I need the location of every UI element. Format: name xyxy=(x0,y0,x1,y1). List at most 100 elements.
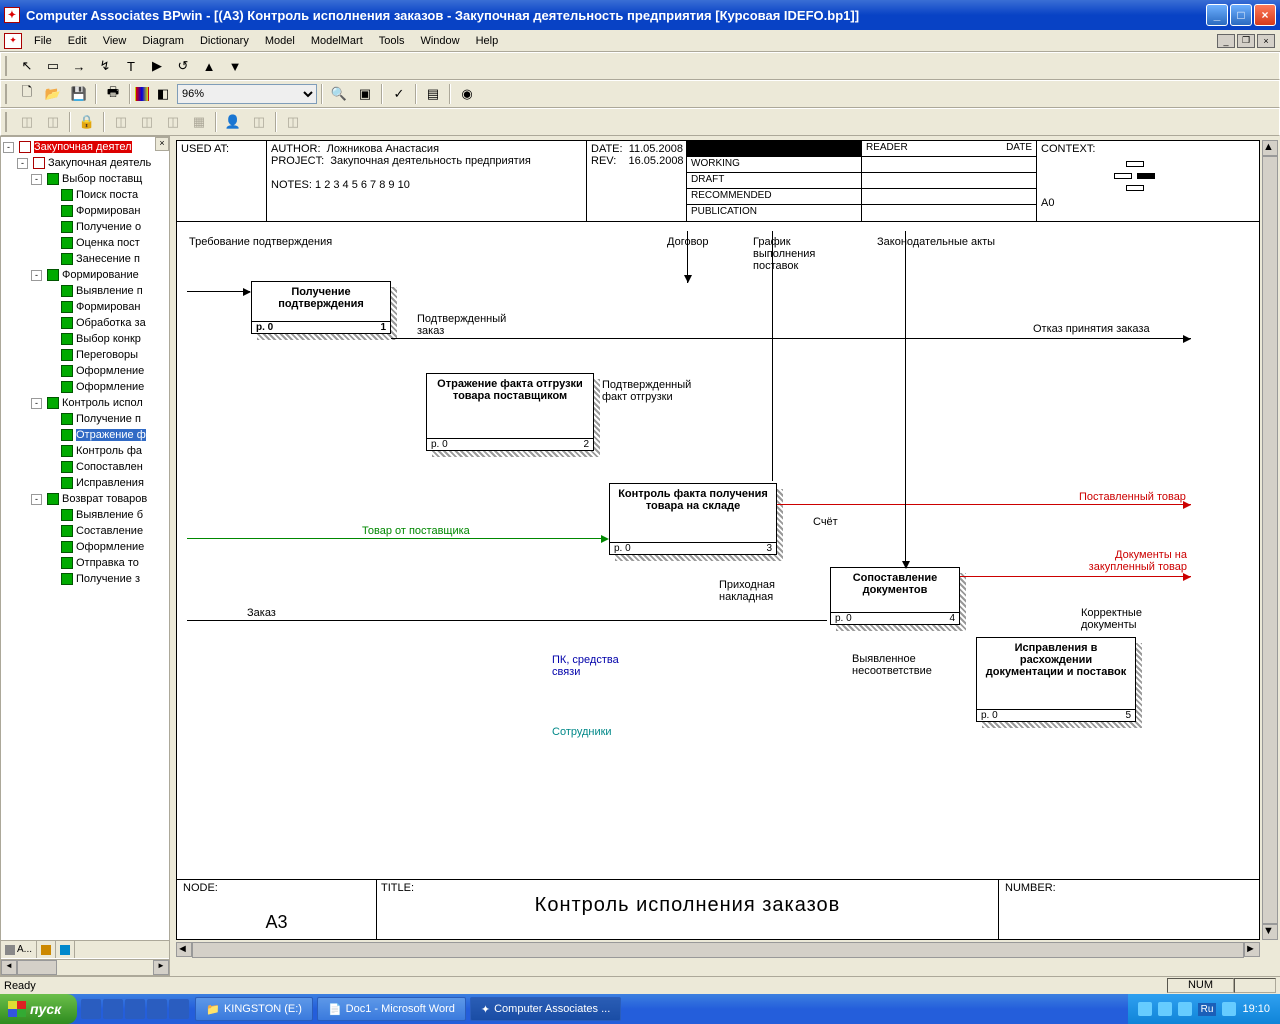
label-postav: Поставленный товар xyxy=(1079,491,1186,503)
task-word[interactable]: 📄 Doc1 - Microsoft Word xyxy=(317,997,466,1021)
mm-btn-3[interactable]: 🔒 xyxy=(75,111,99,133)
save-button[interactable]: 💾 xyxy=(67,83,91,105)
panel-close-button[interactable]: × xyxy=(155,137,169,151)
tree-node[interactable]: Оценка пост xyxy=(3,235,167,251)
tree-tabs[interactable]: A... xyxy=(1,940,169,958)
task-bpwin[interactable]: ✦ Computer Associates ... xyxy=(470,997,621,1021)
tree-node[interactable]: Контроль фа xyxy=(3,443,167,459)
tree-node[interactable]: Обработка за xyxy=(3,315,167,331)
tree-node[interactable]: Сопоставлен xyxy=(3,459,167,475)
activity-box-3[interactable]: Контроль факта получения товара на склад… xyxy=(609,483,777,555)
tree-node[interactable]: -Закупочная деятель xyxy=(3,155,167,171)
open-button[interactable]: 📂 xyxy=(41,83,65,105)
text-tool[interactable]: T xyxy=(119,55,143,77)
quick-launch[interactable] xyxy=(77,999,193,1019)
close-button[interactable]: × xyxy=(1254,4,1276,26)
zoom-select[interactable]: 96% xyxy=(177,84,317,104)
zoom-in-button[interactable]: 🔍 xyxy=(327,83,351,105)
label-schet: Счёт xyxy=(813,516,838,528)
tree-node[interactable]: Оформление xyxy=(3,379,167,395)
language-indicator[interactable]: Ru xyxy=(1198,1003,1217,1016)
tree-node[interactable]: Формирован xyxy=(3,299,167,315)
start-button[interactable]: пуск xyxy=(0,994,77,1024)
pointer-tool[interactable]: ↖ xyxy=(15,55,39,77)
activity-box-2[interactable]: Отражение факта отгрузки товара поставщи… xyxy=(426,373,594,451)
canvas-scrollbar-v[interactable]: ▲▼ xyxy=(1262,140,1278,940)
menu-edit[interactable]: Edit xyxy=(60,33,95,49)
tree-node[interactable]: Отражение ф xyxy=(3,427,167,443)
new-button[interactable]: 🗋 xyxy=(15,83,39,105)
menu-model[interactable]: Model xyxy=(257,33,303,49)
mdi-close-button[interactable]: × xyxy=(1257,34,1275,48)
report-button[interactable] xyxy=(135,87,149,101)
tree-node[interactable]: Оформление xyxy=(3,539,167,555)
used-at-cell: USED AT: xyxy=(177,141,267,221)
tree-root[interactable]: - Закупочная деятел xyxy=(3,139,167,155)
tree-node[interactable]: Отправка то xyxy=(3,555,167,571)
mm-btn-9[interactable]: ◫ xyxy=(247,111,271,133)
tree-node[interactable]: -Выбор поставщ xyxy=(3,171,167,187)
mdi-restore-button[interactable]: ❐ xyxy=(1237,34,1255,48)
tree-node[interactable]: Выбор конкр xyxy=(3,331,167,347)
undo-tool[interactable]: ↺ xyxy=(171,55,195,77)
toolbar-standard: 🗋 📂 💾 🖶 ◧ 96% 🔍 ▣ ✓ ▤ ◉ xyxy=(0,80,1280,108)
tree-node[interactable]: Поиск поста xyxy=(3,187,167,203)
mm-btn-2[interactable]: ◫ xyxy=(41,111,65,133)
tree-node[interactable]: Формирован xyxy=(3,203,167,219)
tunnel-tool[interactable]: ↯ xyxy=(93,55,117,77)
menu-window[interactable]: Window xyxy=(412,33,467,49)
menu-file[interactable]: File xyxy=(26,33,60,49)
task-kingston[interactable]: 📁 KINGSTON (E:) xyxy=(195,997,313,1021)
tree-node[interactable]: Оформление xyxy=(3,363,167,379)
mm-btn-4[interactable]: ◫ xyxy=(109,111,133,133)
tree-node[interactable]: Составление xyxy=(3,523,167,539)
menu-diagram[interactable]: Diagram xyxy=(134,33,192,49)
mm-btn-5[interactable]: ◫ xyxy=(135,111,159,133)
tree-scrollbar-h[interactable]: ◄► xyxy=(1,959,169,975)
mdi-minimize-button[interactable]: _ xyxy=(1217,34,1235,48)
label-graf: График выполнения поставок xyxy=(753,236,843,272)
mm-btn-7[interactable]: ▦ xyxy=(187,111,211,133)
box-tool[interactable]: ▭ xyxy=(41,55,65,77)
mm-btn-1[interactable]: ◫ xyxy=(15,111,39,133)
tree-node[interactable]: Исправления xyxy=(3,475,167,491)
down-tool[interactable]: ▼ xyxy=(223,55,247,77)
tree-node[interactable]: Выявление п xyxy=(3,283,167,299)
play-tool[interactable]: ▶ xyxy=(145,55,169,77)
zoom-fit-button[interactable]: ▣ xyxy=(353,83,377,105)
minimize-button[interactable]: _ xyxy=(1206,4,1228,26)
menu-tools[interactable]: Tools xyxy=(371,33,413,49)
tree-node[interactable]: Переговоры xyxy=(3,347,167,363)
props-button[interactable]: ◉ xyxy=(455,83,479,105)
tree-node[interactable]: Получение п xyxy=(3,411,167,427)
diagram-canvas[interactable]: USED AT: AUTHOR: Ложникова Анастасия PRO… xyxy=(176,140,1260,940)
tree-node[interactable]: Получение о xyxy=(3,219,167,235)
activity-box-5[interactable]: Исправления в расхождении документации и… xyxy=(976,637,1136,722)
spellcheck-button[interactable]: ✓ xyxy=(387,83,411,105)
label-zak: Законодательные акты xyxy=(877,236,997,248)
tree-node[interactable]: Получение з xyxy=(3,571,167,587)
tree-node[interactable]: -Контроль испол xyxy=(3,395,167,411)
menu-dictionary[interactable]: Dictionary xyxy=(192,33,257,49)
tree-node[interactable]: Занесение п xyxy=(3,251,167,267)
tree-node[interactable]: Выявление б xyxy=(3,507,167,523)
mm-btn-8[interactable]: 👤 xyxy=(221,111,245,133)
tree-node[interactable]: -Возврат товаров xyxy=(3,491,167,507)
system-tray[interactable]: Ru 19:10 xyxy=(1128,994,1280,1024)
up-tool[interactable]: ▲ xyxy=(197,55,221,77)
activity-box-1[interactable]: Получение подтверждения p. 01 xyxy=(251,281,391,334)
canvas-scrollbar-h[interactable]: ◄► xyxy=(176,942,1260,958)
menu-view[interactable]: View xyxy=(95,33,135,49)
stop-button[interactable]: ◧ xyxy=(151,83,175,105)
arrow-tool[interactable]: → xyxy=(67,55,91,77)
mm-btn-10[interactable]: ◫ xyxy=(281,111,305,133)
menu-modelmart[interactable]: ModelMart xyxy=(303,33,371,49)
menu-help[interactable]: Help xyxy=(468,33,507,49)
maximize-button[interactable]: □ xyxy=(1230,4,1252,26)
print-button[interactable]: 🖶 xyxy=(101,83,125,105)
label-podfakt: Подтвержденный факт отгрузки xyxy=(602,379,712,403)
mm-btn-6[interactable]: ◫ xyxy=(161,111,185,133)
model-explorer-button[interactable]: ▤ xyxy=(421,83,445,105)
activity-box-4[interactable]: Сопоставление документов p. 04 xyxy=(830,567,960,625)
tree-node[interactable]: -Формирование xyxy=(3,267,167,283)
